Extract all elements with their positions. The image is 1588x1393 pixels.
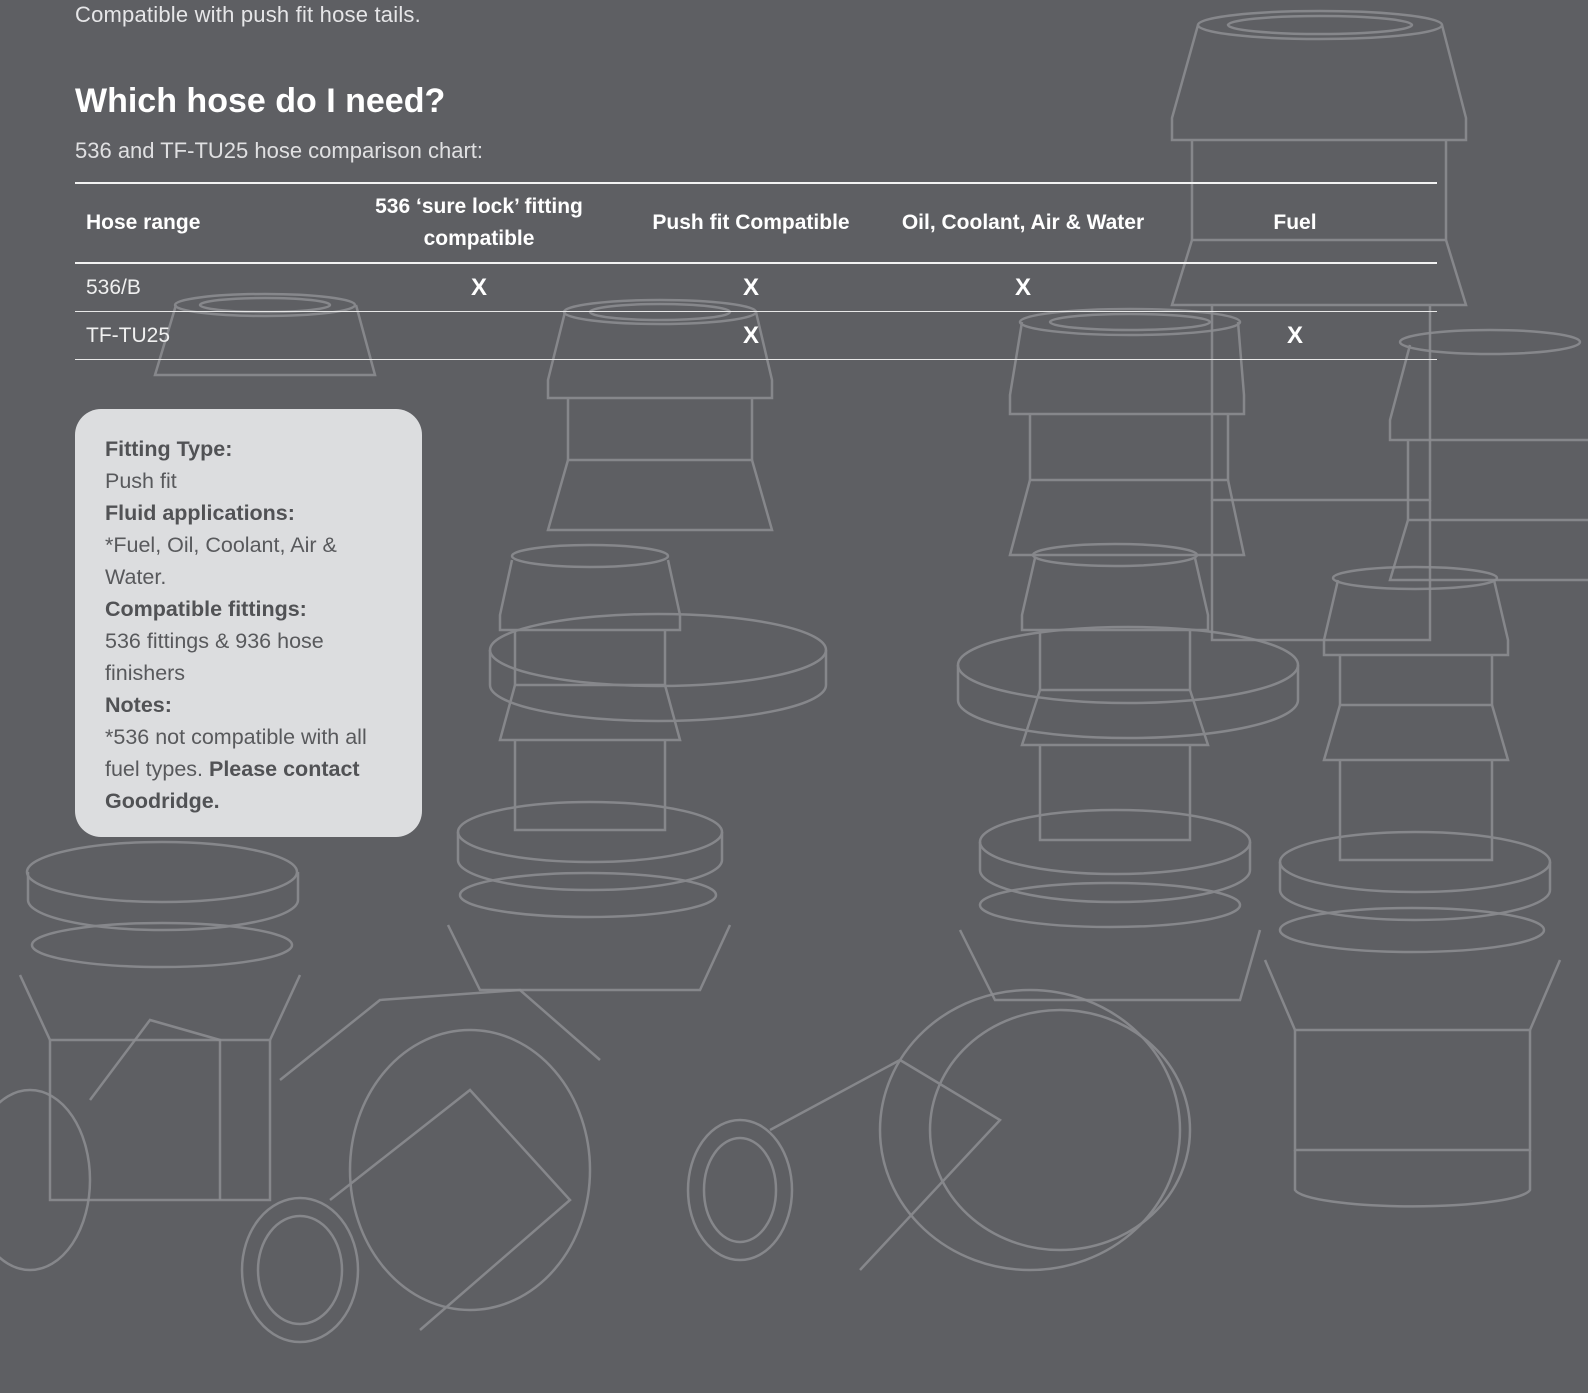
header-fuel: Fuel — [1273, 211, 1317, 234]
row-hose-name: TF-TU25 — [86, 323, 170, 347]
fitting-illustration-bottom-right — [1263, 565, 1562, 1208]
compatible-fittings-label: Compatible fittings: — [105, 597, 307, 621]
row-mark-fuel: X — [1286, 321, 1303, 349]
fitting-illustration-center-left — [446, 298, 828, 992]
compatible-fittings-value: 536 fittings & 936 hose finishers — [105, 629, 324, 685]
row-mark-oil-coolant: X — [1014, 273, 1031, 301]
fitting-illustration-bottom-elbows — [0, 988, 1192, 1344]
intro-text: Compatible with push fit hose tails. — [75, 2, 421, 27]
fitting-illustration-center-right — [956, 307, 1300, 1002]
header-sure-lock-compatible: 536 ‘sure lock’ fitting compatible — [375, 195, 583, 250]
fitting-info-card: Fitting Type: Push fit Fluid application… — [75, 409, 422, 837]
fitting-illustration-far-right — [1388, 328, 1588, 582]
header-oil-coolant-air-water: Oil, Coolant, Air & Water — [901, 211, 1145, 234]
row-mark-sure-lock: X — [470, 273, 487, 301]
notes-label: Notes: — [105, 693, 172, 717]
fluid-applications-label: Fluid applications: — [105, 501, 295, 525]
fitting-type-value: Push fit — [105, 469, 177, 493]
hose-comparison-table: Hose range 536 ‘sure lock’ fitting compa… — [75, 182, 1437, 360]
table-row: 536/B X X X — [75, 264, 1437, 312]
row-mark-fuel — [1159, 264, 1431, 311]
notes-value: *536 not compatible with all fuel types.… — [105, 721, 400, 817]
table-row: TF-TU25 X X — [75, 312, 1437, 360]
fitting-type-label: Fitting Type: — [105, 437, 233, 461]
header-push-fit-compatible: Push fit Compatible — [652, 211, 850, 234]
table-header-row: Hose range 536 ‘sure lock’ fitting compa… — [75, 182, 1437, 264]
header-hose-range: Hose range — [86, 211, 201, 234]
page-title: Which hose do I need? — [75, 82, 446, 120]
row-mark-oil-coolant — [887, 312, 1159, 359]
fluid-applications-value: *Fuel, Oil, Coolant, Air & Water. — [105, 533, 337, 589]
row-hose-name: 536/B — [86, 275, 141, 299]
row-mark-push-fit: X — [742, 321, 759, 349]
chart-caption: 536 and TF-TU25 hose comparison chart: — [75, 138, 484, 163]
row-mark-push-fit: X — [742, 273, 759, 301]
row-mark-sure-lock — [343, 312, 615, 359]
